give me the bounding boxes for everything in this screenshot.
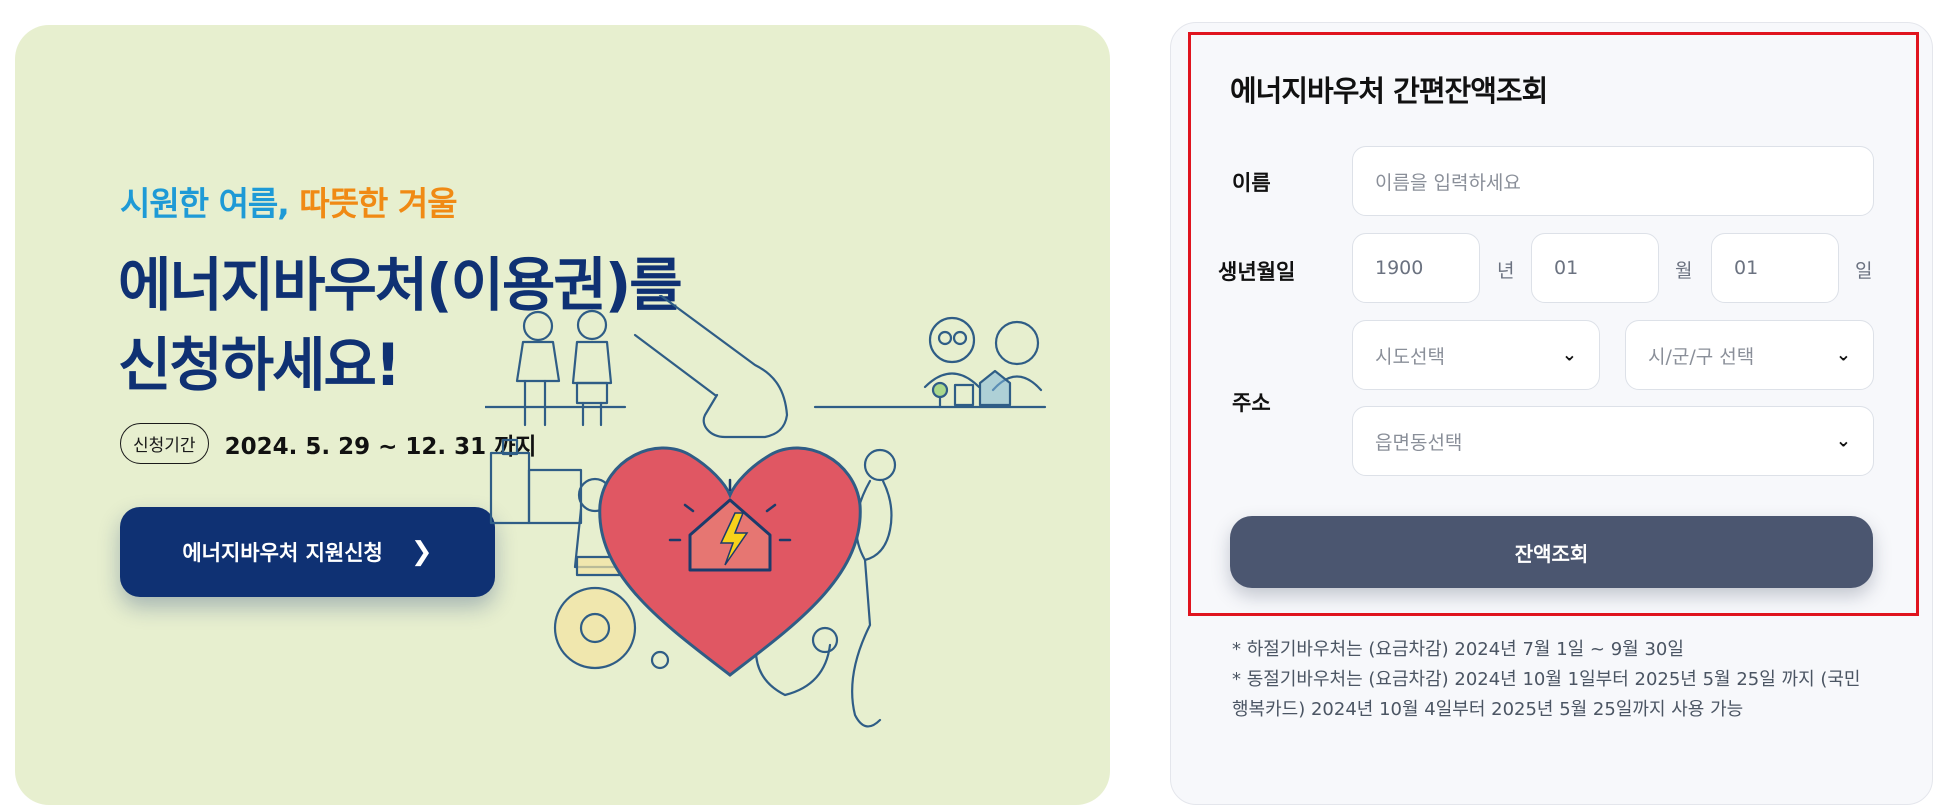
eupmyeondong-select[interactable]: 읍면동선택 ⌄ — [1352, 406, 1874, 476]
panel-title: 에너지바우처 간편잔액조회 — [1230, 74, 1548, 108]
chevron-down-icon: ⌄ — [1835, 344, 1851, 366]
sido-select[interactable]: 시도선택 ⌄ — [1352, 320, 1600, 390]
energy-heart-illustration — [485, 295, 1047, 728]
sido-select-label: 시도선택 — [1375, 345, 1445, 368]
eupmyeondong-select-label: 읍면동선택 — [1375, 431, 1463, 454]
tagline-summer: 시원한 여름, — [120, 184, 290, 223]
sigungu-select-label: 시/군/구 선택 — [1648, 345, 1755, 368]
name-label: 이름 — [1232, 171, 1271, 195]
summer-voucher-note: * 하절기바우처는 (요금차감) 2024년 7월 1일 ~ 9월 30일 — [1232, 639, 1684, 660]
chevron-down-icon: ⌄ — [1561, 344, 1577, 366]
energy-voucher-banner: 시원한 여름, 따뜻한 겨울 에너지바우처(이용권)를 신청하세요! 신청기간 … — [15, 25, 1110, 805]
birth-day-input[interactable]: 01 — [1711, 233, 1839, 303]
application-period: 신청기간 2024. 5. 29 ~ 12. 31 까지 — [120, 423, 536, 464]
apply-voucher-button[interactable]: 에너지바우처 지원신청 ❯ — [120, 507, 495, 597]
birthdate-label: 생년월일 — [1218, 260, 1296, 284]
birth-year-input[interactable]: 1900 — [1352, 233, 1480, 303]
name-input[interactable]: 이름을 입력하세요 — [1352, 146, 1874, 216]
winter-voucher-note: * 동절기바우처는 (요금차감) 2024년 10월 1일부터 2025년 5월… — [1232, 669, 1861, 720]
apply-button-label: 에너지바우처 지원신청 — [182, 541, 383, 565]
voucher-notes: * 하절기바우처는 (요금차감) 2024년 7월 1일 ~ 9월 30일 * … — [1232, 635, 1872, 725]
period-badge: 신청기간 — [120, 423, 209, 464]
address-label: 주소 — [1232, 391, 1271, 415]
day-unit: 일 — [1855, 260, 1873, 282]
balance-query-button[interactable]: 잔액조회 — [1230, 516, 1873, 588]
chevron-down-icon: ⌄ — [1835, 430, 1851, 452]
chevron-right-icon: ❯ — [410, 537, 433, 567]
birth-month-input[interactable]: 01 — [1531, 233, 1659, 303]
month-unit: 월 — [1675, 260, 1693, 282]
year-unit: 년 — [1497, 260, 1515, 282]
tagline-winter: 따뜻한 겨울 — [299, 184, 457, 223]
banner-tagline: 시원한 여름, 따뜻한 겨울 — [120, 177, 458, 225]
sigungu-select[interactable]: 시/군/구 선택 ⌄ — [1625, 320, 1874, 390]
